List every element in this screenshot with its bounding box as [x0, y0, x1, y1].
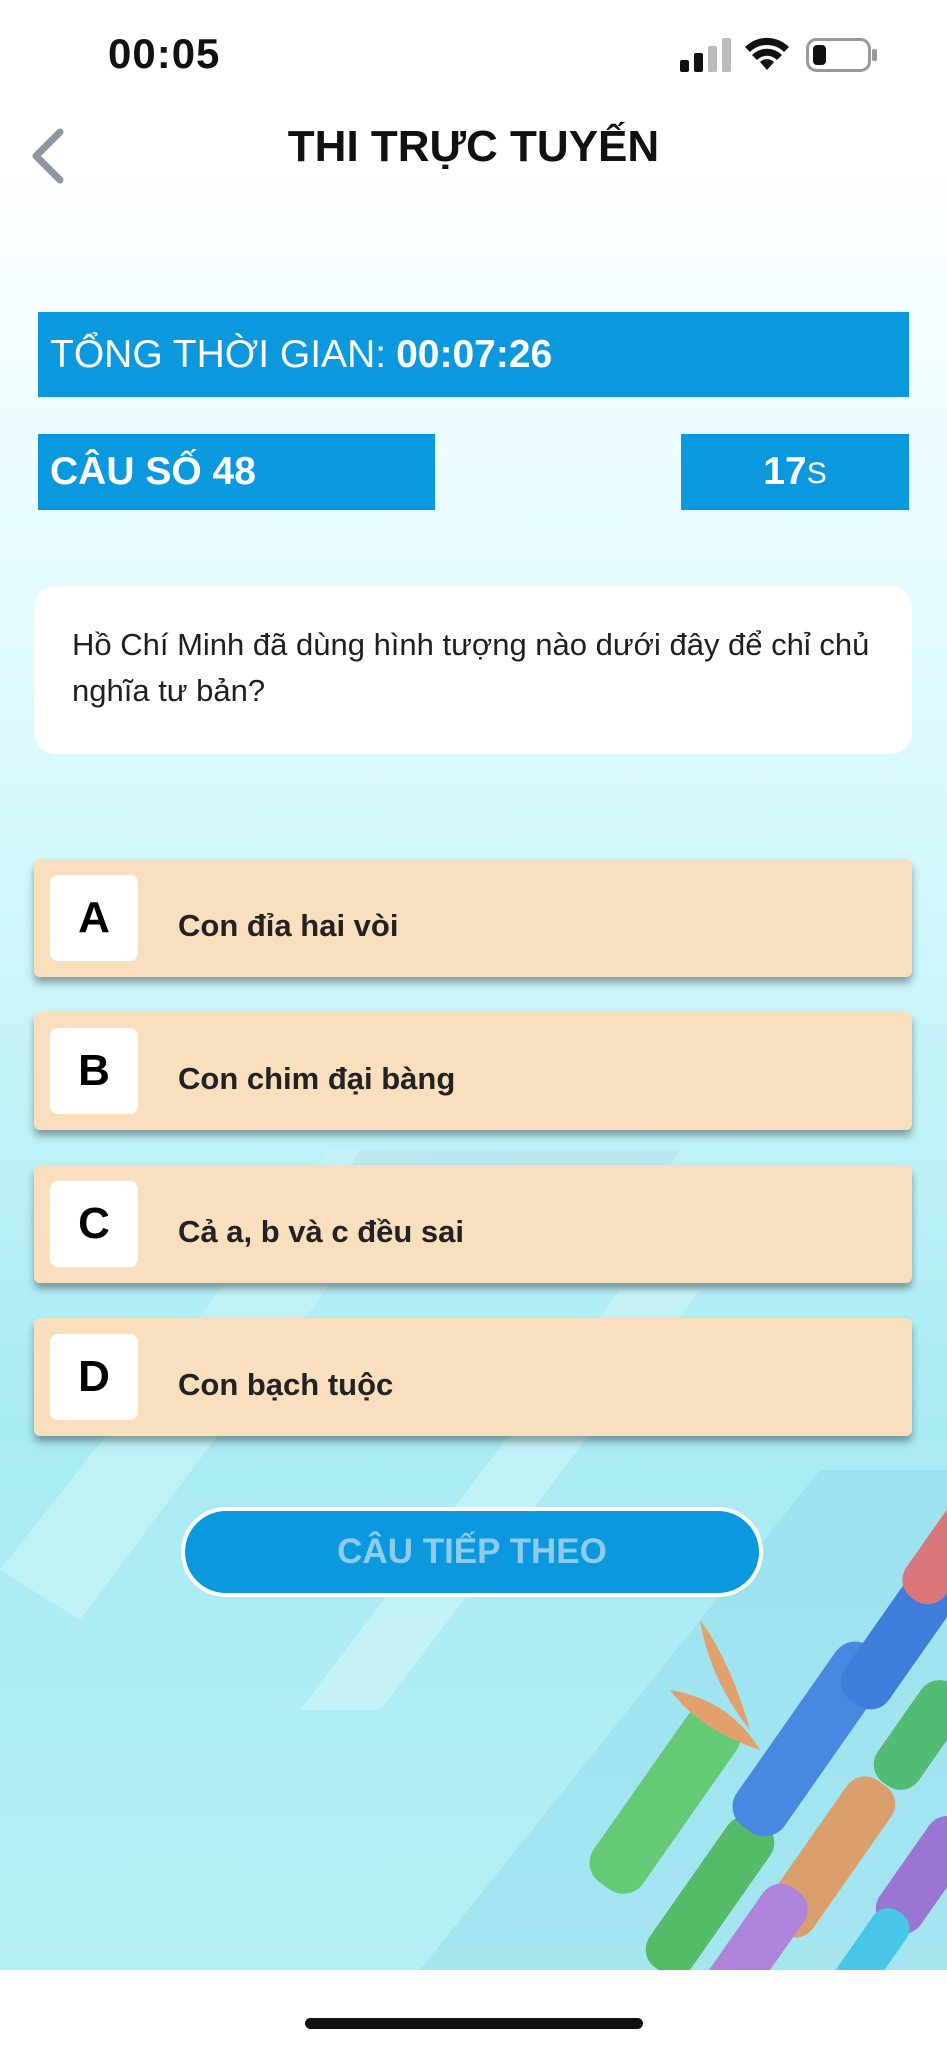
- answer-option-a[interactable]: A Con đỉa hai vòi: [34, 859, 912, 977]
- option-text: Con đỉa hai vòi: [178, 908, 399, 943]
- total-time-label: TỔNG THỜI GIAN:: [50, 332, 387, 376]
- option-letter: D: [50, 1334, 138, 1420]
- question-number-badge: CÂU SỐ 48: [38, 434, 435, 510]
- answer-option-d[interactable]: D Con bạch tuộc: [34, 1318, 912, 1436]
- next-question-button[interactable]: CÂU TIẾP THEO: [181, 1507, 763, 1597]
- app-header: THI TRỰC TUYẾN: [0, 110, 947, 196]
- countdown-timer: 17 S: [681, 434, 909, 510]
- question-card: Hồ Chí Minh đã dùng hình tượng nào dưới …: [34, 586, 912, 754]
- page-title: THI TRỰC TUYẾN: [287, 122, 660, 171]
- answer-option-c[interactable]: C Cả a, b và c đều sai: [34, 1165, 912, 1283]
- option-letter: C: [50, 1181, 138, 1267]
- option-text: Cả a, b và c đều sai: [178, 1214, 465, 1249]
- countdown-value: 17: [763, 450, 807, 493]
- home-indicator[interactable]: [305, 2018, 643, 2029]
- countdown-unit: S: [806, 457, 827, 490]
- next-question-label: CÂU TIẾP THEO: [337, 1532, 607, 1571]
- bottom-safe-area: [0, 1970, 947, 2048]
- answer-option-b[interactable]: B Con chim đại bàng: [34, 1012, 912, 1130]
- option-letter: A: [50, 875, 138, 961]
- status-bar: 00:05: [0, 0, 947, 110]
- wifi-icon: [745, 37, 789, 70]
- option-letter: B: [50, 1028, 138, 1114]
- question-text: Hồ Chí Minh đã dùng hình tượng nào dưới …: [72, 627, 870, 708]
- status-time: 00:05: [108, 30, 221, 77]
- signal-icon: [680, 38, 731, 72]
- option-text: Con bạch tuộc: [178, 1367, 394, 1402]
- question-number-label: CÂU SỐ 48: [50, 450, 256, 493]
- battery-icon: [806, 38, 877, 72]
- total-time-value: 00:07:26: [396, 332, 553, 376]
- total-time-bar: TỔNG THỜI GIAN: 00:07:26: [38, 312, 909, 397]
- option-text: Con chim đại bàng: [178, 1061, 456, 1096]
